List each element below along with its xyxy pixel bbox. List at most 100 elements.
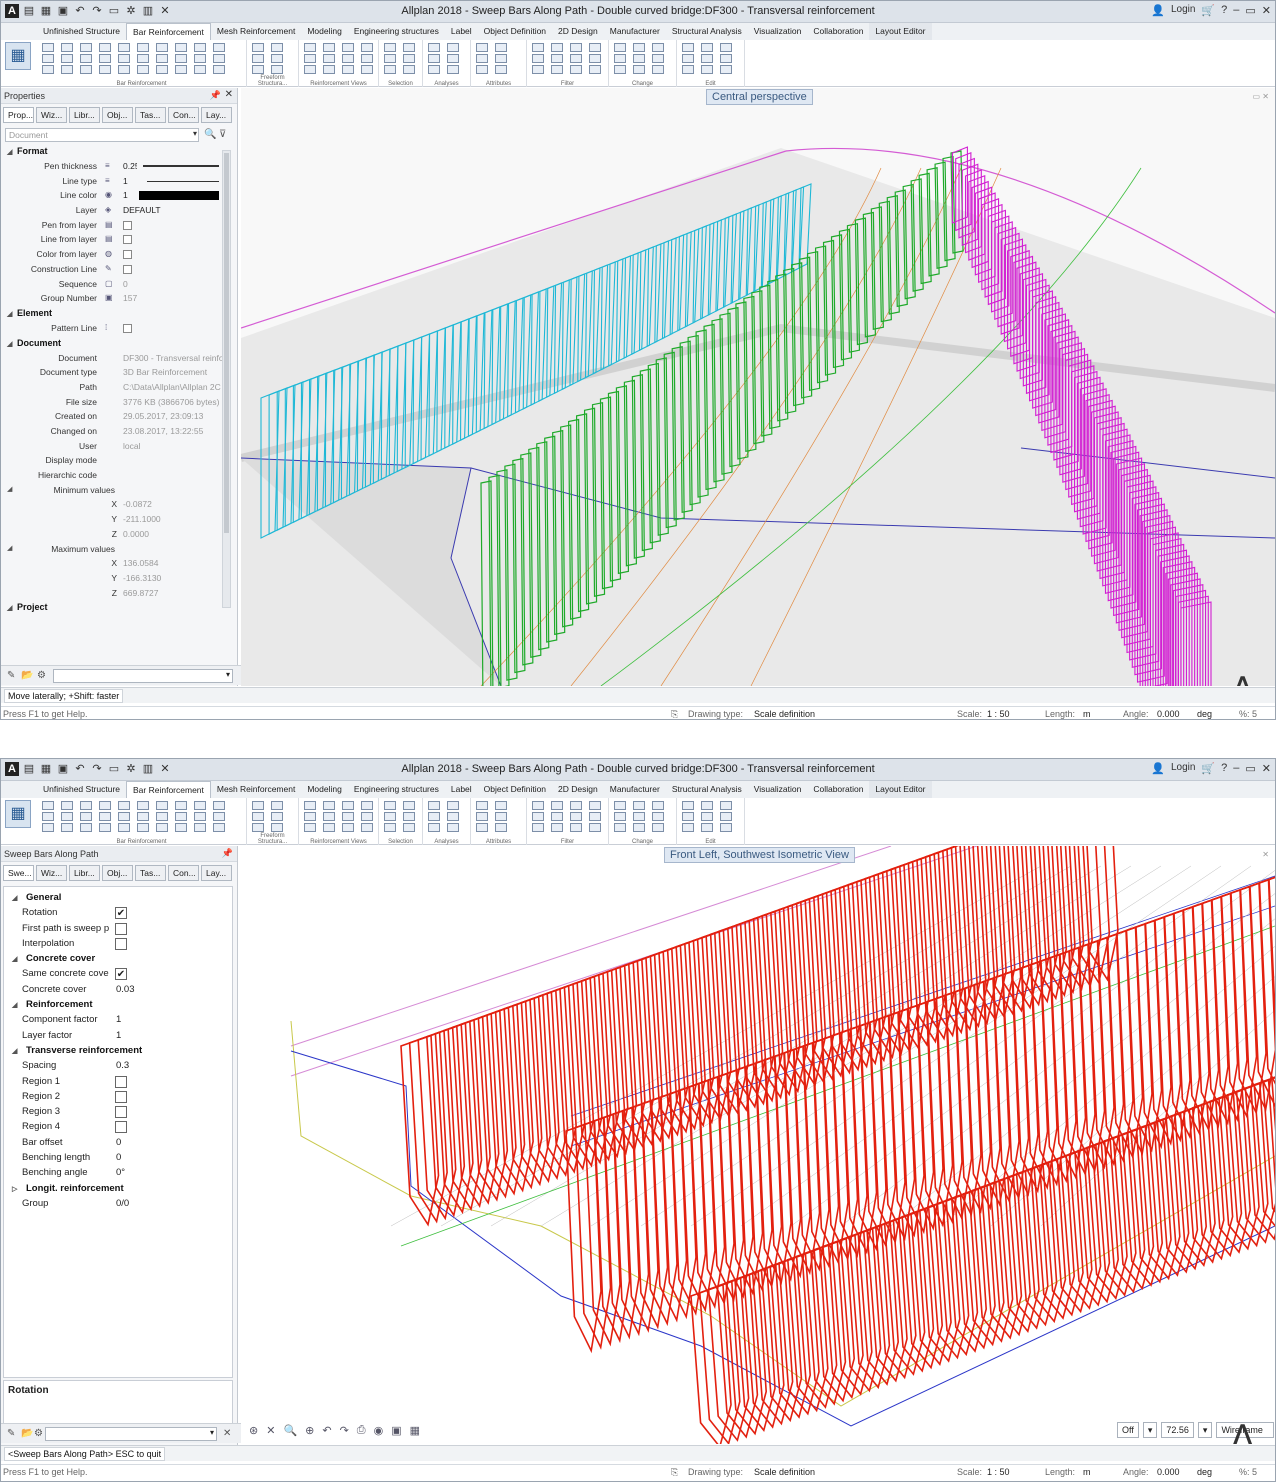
checkbox[interactable] <box>115 1121 127 1134</box>
ribbon-tool-icon[interactable] <box>323 65 335 74</box>
ribbon-tool-icon[interactable] <box>428 823 440 832</box>
help-icon[interactable]: ? <box>1221 4 1227 17</box>
ribbon-tool-icon[interactable] <box>213 823 225 832</box>
ribbon-tool-icon[interactable] <box>476 801 488 810</box>
ribbon-tool-icon[interactable] <box>720 812 732 821</box>
checkbox[interactable] <box>115 1106 127 1119</box>
ribbon-tool-icon[interactable] <box>61 823 73 832</box>
ribbon-tool-icon[interactable] <box>80 812 92 821</box>
ribbon-tool-icon[interactable] <box>156 801 168 810</box>
length-value[interactable]: m <box>1083 709 1091 719</box>
ribbon-tool-icon[interactable] <box>652 65 664 74</box>
angle-value[interactable]: 0.000 <box>1157 1467 1180 1477</box>
viewport-window-controls[interactable]: ✕ <box>1262 850 1269 859</box>
ribbon-tool-icon[interactable] <box>323 43 335 52</box>
checkbox[interactable]: ✔ <box>115 907 127 920</box>
ribbon-tool-icon[interactable] <box>532 801 544 810</box>
ribbon-tool-icon[interactable] <box>271 801 283 810</box>
tab-modeling[interactable]: Modeling <box>301 23 348 40</box>
eye-icon[interactable]: ◉ <box>374 1424 384 1437</box>
ribbon-tool-icon[interactable] <box>633 43 645 52</box>
collapse-icon[interactable]: ◢ <box>7 483 12 498</box>
ribbon-tool-icon[interactable] <box>652 812 664 821</box>
search-icon[interactable]: 🔍 <box>204 129 216 140</box>
orbit-icon[interactable]: ⊛ <box>249 1424 258 1437</box>
ribbon-tool-icon[interactable] <box>720 801 732 810</box>
collapse-icon[interactable]: ◢ <box>12 891 26 906</box>
tab-visualization[interactable]: Visualization <box>748 781 808 798</box>
ribbon-tool-icon[interactable] <box>137 43 149 52</box>
parameter-value[interactable]: 0° <box>116 1165 125 1180</box>
ribbon-tool-icon[interactable] <box>304 823 316 832</box>
ribbon-tool-icon[interactable] <box>720 823 732 832</box>
ribbon-tool-icon[interactable] <box>80 823 92 832</box>
ribbon-tool-icon[interactable] <box>551 801 563 810</box>
tab-mesh-reinforcement[interactable]: Mesh Reinforcement <box>211 781 301 798</box>
section-document[interactable]: ◢ Document <box>3 336 237 351</box>
ribbon-tool-icon[interactable] <box>447 801 459 810</box>
ribbon-tool-icon[interactable] <box>614 801 626 810</box>
ribbon-tool-icon[interactable] <box>384 812 396 821</box>
ribbon-tool-icon[interactable] <box>551 43 563 52</box>
ribbon-tool-icon[interactable] <box>589 812 601 821</box>
ribbon-tool-icon[interactable] <box>384 801 396 810</box>
property-value[interactable]: 136.0584 <box>123 556 223 571</box>
document-filter-combo[interactable]: Document ▾ <box>5 128 199 142</box>
ribbon-tool-icon[interactable] <box>447 43 459 52</box>
ribbon-tool-icon[interactable] <box>42 812 54 821</box>
off-combo[interactable]: Off <box>1117 1422 1139 1438</box>
login-button[interactable]: Login <box>1171 762 1195 775</box>
parameter-value[interactable]: 1 <box>116 1012 121 1027</box>
ribbon-tool-icon[interactable] <box>323 812 335 821</box>
ribbon-tool-icon[interactable] <box>570 812 582 821</box>
ribbon-tool-icon[interactable] <box>271 43 283 52</box>
ribbon-tool-icon[interactable] <box>403 812 415 821</box>
ribbon-tool-icon[interactable] <box>652 54 664 63</box>
ribbon-tool-icon[interactable] <box>323 823 335 832</box>
ribbon-tool-icon[interactable] <box>720 43 732 52</box>
ribbon-tool-icon[interactable] <box>137 54 149 63</box>
ribbon-tool-icon[interactable] <box>271 812 283 821</box>
collapse-icon[interactable]: ◢ <box>12 998 26 1013</box>
group-header[interactable]: ◢ Transverse reinforcement <box>4 1043 232 1058</box>
tab-properties[interactable]: Prop... <box>3 107 34 123</box>
ribbon-tool-icon[interactable] <box>118 812 130 821</box>
ribbon-tool-icon[interactable] <box>42 54 54 63</box>
collapse-icon[interactable]: ◢ <box>7 542 12 557</box>
ribbon-tool-icon[interactable] <box>118 43 130 52</box>
ribbon-tool-icon[interactable] <box>304 801 316 810</box>
building-icon[interactable]: ▦ <box>5 800 31 828</box>
tab-manufacturer[interactable]: Manufacturer <box>604 781 666 798</box>
edit-icon[interactable]: ✎ <box>7 1428 15 1439</box>
ribbon-tool-icon[interactable] <box>447 812 459 821</box>
ribbon-tool-icon[interactable] <box>175 823 187 832</box>
user-icon[interactable]: 👤 <box>1151 4 1165 17</box>
ribbon-tool-icon[interactable] <box>342 43 354 52</box>
ribbon-tool-icon[interactable] <box>175 801 187 810</box>
angle-unit[interactable]: deg <box>1197 1467 1212 1477</box>
ribbon-tool-icon[interactable] <box>476 65 488 74</box>
ribbon-tool-icon[interactable] <box>476 43 488 52</box>
ribbon-tool-icon[interactable] <box>137 812 149 821</box>
tab-library[interactable]: Libr... <box>69 107 100 123</box>
group-header[interactable]: ◢ Concrete cover <box>4 951 232 966</box>
tab-sweep[interactable]: Swe... <box>3 865 34 881</box>
ribbon-tool-icon[interactable] <box>342 65 354 74</box>
tab-wizards[interactable]: Wiz... <box>36 865 67 881</box>
ribbon-tool-icon[interactable] <box>428 812 440 821</box>
ribbon-tool-icon[interactable] <box>175 65 187 74</box>
ribbon-tool-icon[interactable] <box>304 65 316 74</box>
tab-visualization[interactable]: Visualization <box>748 23 808 40</box>
ribbon-tool-icon[interactable] <box>614 65 626 74</box>
ribbon-tool-icon[interactable] <box>614 812 626 821</box>
property-value[interactable]: 0 <box>123 277 223 292</box>
property-value[interactable]: -0.0872 <box>123 497 223 512</box>
color-swatch[interactable] <box>139 191 219 201</box>
ribbon-tool-icon[interactable] <box>271 65 283 74</box>
ribbon-tool-icon[interactable] <box>137 801 149 810</box>
ribbon-tool-icon[interactable] <box>42 823 54 832</box>
length-value[interactable]: m <box>1083 1467 1091 1477</box>
ribbon-tool-icon[interactable] <box>175 43 187 52</box>
ribbon-tool-icon[interactable] <box>156 54 168 63</box>
ribbon-tool-icon[interactable] <box>252 43 264 52</box>
